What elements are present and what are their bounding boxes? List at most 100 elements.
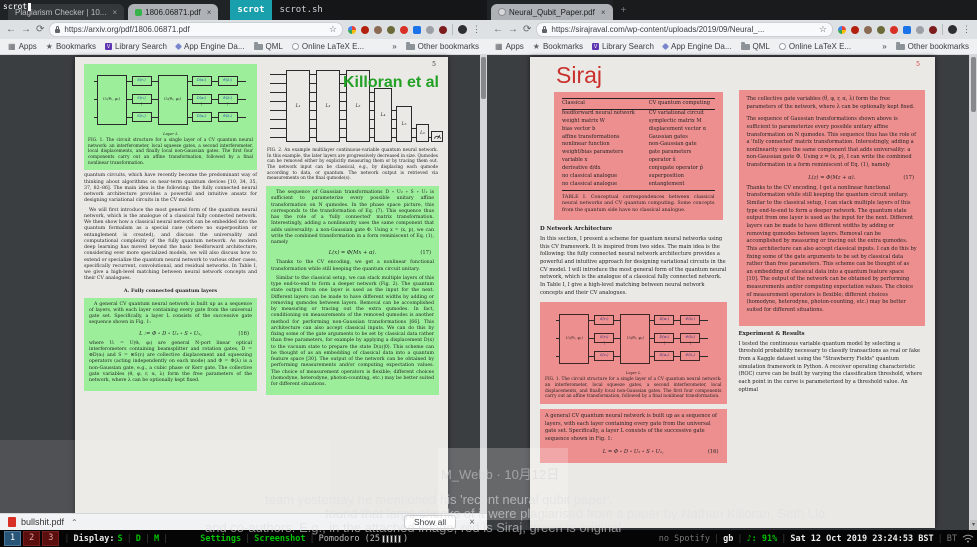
site-favicon [498,8,506,16]
extension-icon[interactable] [439,26,447,34]
close-icon[interactable]: × [112,8,117,17]
workspace-1[interactable]: 1 [4,531,21,546]
close-icon[interactable]: × [207,8,212,17]
menu-kebab-icon[interactable]: ⋮ [472,24,481,35]
google-extension-icon[interactable] [348,26,356,34]
profile-avatar[interactable] [948,25,957,34]
typed-command-overlay: scrot [3,2,31,11]
bookmark-star-icon[interactable]: ☆ [819,24,827,35]
bookmark-latex[interactable]: Online LaTeX E... [779,42,851,51]
pomodoro-progress-bars [382,535,401,543]
extension-icon[interactable] [361,26,369,34]
new-tab-area[interactable]: + [613,0,977,20]
scrollbar-thumb[interactable] [481,57,486,99]
folder-icon [406,44,415,50]
close-icon[interactable]: × [469,517,475,528]
close-icon[interactable]: × [601,8,606,17]
scrollbar-thumb[interactable] [971,57,976,112]
tab-arxiv-pdf[interactable]: 1806.06871.pdf × [128,4,218,20]
bookmark-bookmarks[interactable]: ★Bookmarks [533,42,583,51]
bookmark-latex[interactable]: Online LaTeX E... [292,42,364,51]
workspace-3[interactable]: 3 [42,531,59,546]
bookmark-qml-folder[interactable]: QML [254,42,283,51]
section-heading-experiment: Experiment & Results [739,331,926,337]
tab-neural-qubit-pdf[interactable]: Neural_Qubit_Paper.pdf × [491,4,613,20]
bookmark-apps[interactable]: ▦Apps [495,42,524,51]
bookmark-apps[interactable]: ▦Apps [8,42,37,51]
new-tab-plus-icon[interactable]: + [621,5,627,16]
forward-icon[interactable]: → [21,25,31,35]
latex-favicon [292,43,299,50]
back-icon[interactable]: ← [6,25,16,35]
download-filename[interactable]: bullshit.pdf [21,517,64,527]
folder-icon [254,44,263,50]
fig1-caption: FIG. 1. The circuit structure for a sing… [88,138,253,166]
extension-icon[interactable] [903,26,911,34]
extension-icon[interactable] [929,26,937,34]
scrollbar[interactable]: ▾ [969,55,977,530]
settings-button[interactable]: Settings [200,534,241,544]
address-bar[interactable]: https://sirajraval.com/wp-content/upload… [536,22,833,37]
gate-u2: U₂(θ₂, φ₂) [620,314,650,364]
gate-dn: D(αₙ) [654,351,674,361]
other-bookmarks[interactable]: Other bookmarks [406,42,479,51]
pdf-viewer: Siraj 5 Classical CV quantum computing [487,55,977,530]
forward-icon[interactable]: → [508,25,518,35]
bookmarks-overflow-chevron[interactable]: » [392,42,396,51]
extension-icon[interactable] [400,26,408,34]
reload-icon[interactable]: ⟳ [523,25,531,35]
extension-icon[interactable] [916,26,924,34]
chevron-up-icon[interactable]: ⌃ [71,518,78,527]
gate-u1: U₁(θ₁, φ₁) [97,75,127,125]
bookmarks-bar: ▦Apps ★Bookmarks VLibrary Search App Eng… [0,39,487,55]
screenshot-button[interactable]: Screenshot [254,534,305,544]
body-paragraph: In this section, I present a scheme for … [540,236,727,297]
star-icon: ★ [533,43,540,51]
bookmarks-overflow-chevron[interactable]: » [882,42,886,51]
bookmark-bookmarks[interactable]: ★Bookmarks [46,42,96,51]
profile-avatar[interactable] [458,25,467,34]
bookmark-library-search[interactable]: VLibrary Search [105,42,167,51]
bookmark-app-engine[interactable]: App Engine Da... [176,42,244,51]
volume-indicator: ♪: 91% [746,534,777,544]
page-number: 5 [916,61,920,68]
padlock-icon [542,29,547,33]
pink-highlight-block: The collective gate variables (θ, φ, r, … [739,90,926,326]
extension-icon[interactable] [413,26,421,34]
back-icon[interactable]: ← [493,25,503,35]
other-bookmarks[interactable]: Other bookmarks [896,42,969,51]
scroll-down-arrow-icon[interactable]: ▾ [970,520,977,530]
menu-kebab-icon[interactable]: ⋮ [962,24,971,35]
table-row: derivative d/dxconjugate operator p̂ [562,165,715,173]
show-all-button[interactable]: Show all [404,515,456,529]
extension-icon[interactable] [851,26,859,34]
terminal-title: scrot.sh [272,5,323,15]
bookmark-app-engine[interactable]: App Engine Da... [663,42,731,51]
equation-number: (17) [903,175,914,181]
bookmark-library-search[interactable]: VLibrary Search [592,42,654,51]
green-highlight-block: A general CV quantum neural network is b… [84,298,257,392]
extension-icon[interactable] [387,26,395,34]
table-row: no classical analoguesuperposition [562,173,715,181]
toolbar-divider [452,24,453,35]
bookmark-star-icon[interactable]: ☆ [329,24,337,35]
url-text[interactable]: https://sirajraval.com/wp-content/upload… [551,25,815,34]
extension-icon[interactable] [890,26,898,34]
extension-icon[interactable] [374,26,382,34]
address-bar[interactable]: https://arxiv.org/pdf/1806.06871.pdf ☆ [49,22,343,37]
layer-box: L₆ [416,124,429,142]
pdf-file-icon [8,517,16,527]
reload-icon[interactable]: ⟳ [36,25,44,35]
url-text[interactable]: https://arxiv.org/pdf/1806.06871.pdf [64,25,325,34]
table-row: bias vector bdisplacement vector α [562,126,715,134]
bookmark-qml-folder[interactable]: QML [741,42,770,51]
workspace-2[interactable]: 2 [23,531,40,546]
scrollbar[interactable] [480,55,487,513]
desktop: Plagiarism Checker | 10... × 1806.06871.… [0,0,977,547]
extension-icon[interactable] [877,26,885,34]
tab-title: 1806.06871.pdf [145,8,201,17]
google-extension-icon[interactable] [838,26,846,34]
extension-icon[interactable] [864,26,872,34]
gate-s1: S(r₁) [594,315,614,325]
extension-icon[interactable] [426,26,434,34]
